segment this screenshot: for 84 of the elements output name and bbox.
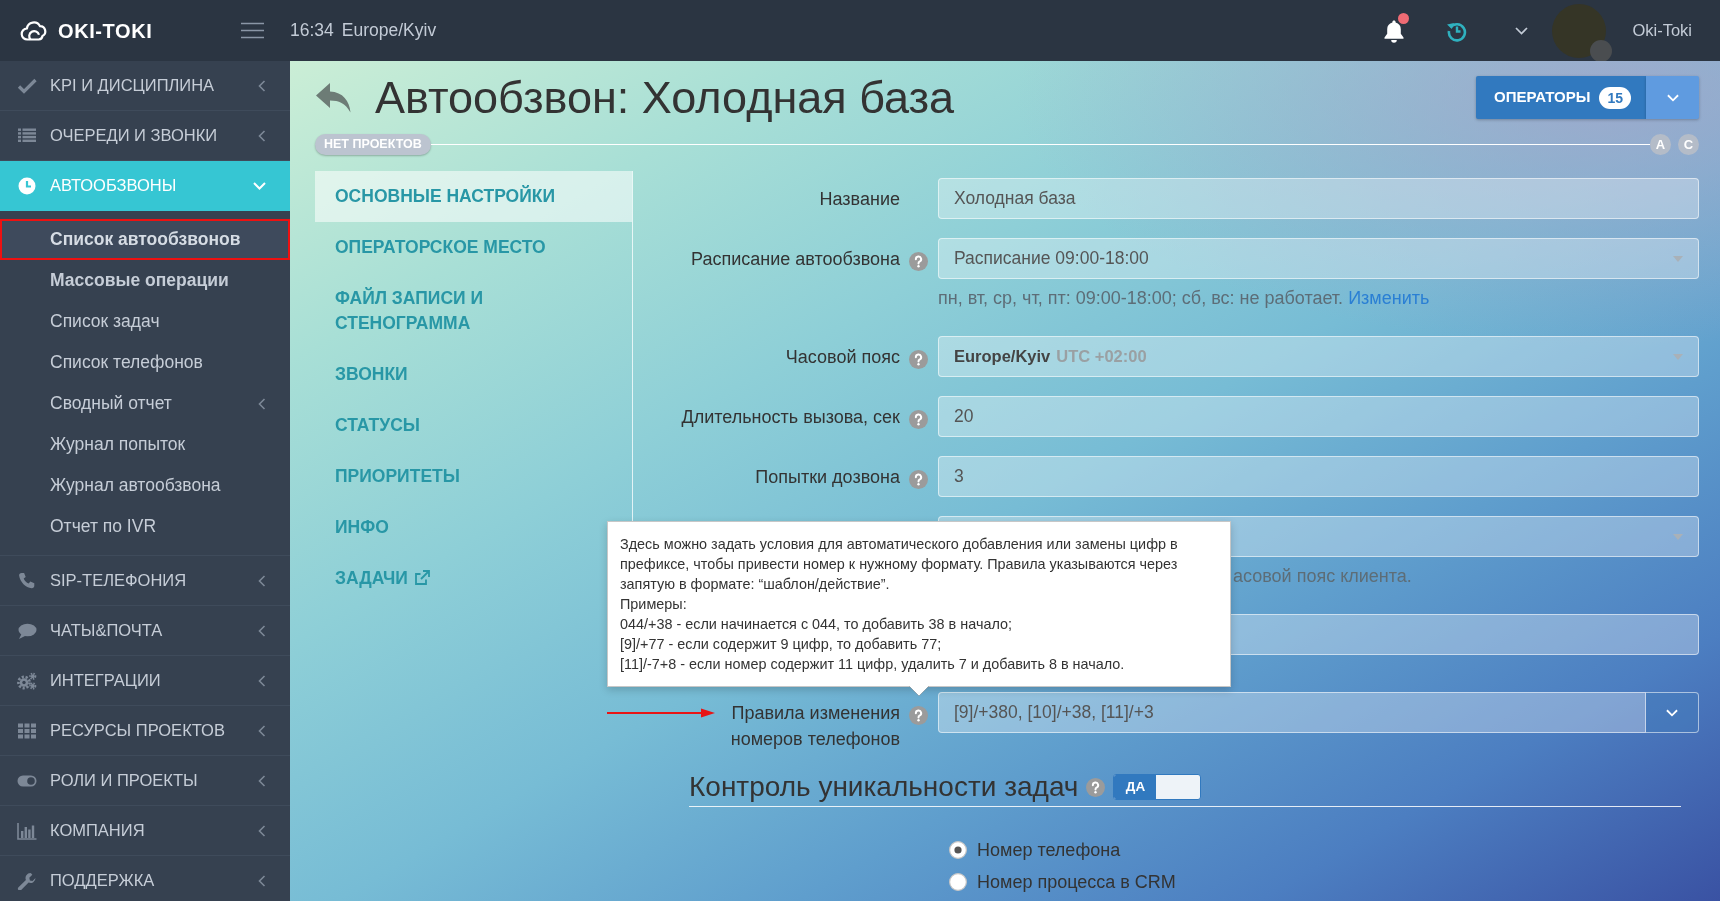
- help-icon[interactable]: [909, 350, 928, 370]
- help-icon[interactable]: [1086, 777, 1106, 797]
- page-title: Автообзвон: Холодная база: [375, 71, 955, 124]
- tooltip-text: Здесь можно задать условия для автоматического добавления или замены цифр в префиксе, чтобы привести номер к нужному формату. Правила указываются через запятую в формате: “шаблон/действие”.: [620, 535, 1179, 594]
- bar-chart-icon: [17, 821, 37, 840]
- submenu-item[interactable]: Журнал попыток: [0, 424, 290, 465]
- tab[interactable]: ОСНОВНЫЕ НАСТРОЙКИ: [315, 171, 632, 222]
- chevron-left-icon: [258, 724, 266, 737]
- clock-time: 16:34: [290, 19, 334, 43]
- caret-icon: [1673, 533, 1683, 540]
- submenu-item[interactable]: Массовые операции: [0, 260, 290, 301]
- section-title: Контроль уникальности задач: [689, 771, 1079, 803]
- toggle-switch[interactable]: ДА: [1113, 774, 1202, 800]
- user-name[interactable]: Oki-Toki: [1632, 18, 1692, 43]
- list-icon: [17, 126, 37, 145]
- chevron-down-icon: [1666, 708, 1678, 717]
- select-field[interactable]: Europe/Kyiv UTC +02:00: [938, 336, 1699, 377]
- option-label[interactable]: Номер телефона: [977, 836, 1121, 864]
- chevron-left-icon: [258, 874, 266, 887]
- operators-button[interactable]: ОПЕРАТОРЫ 15: [1476, 76, 1646, 119]
- wrench-icon: [17, 871, 37, 890]
- chevron-left-icon: [258, 79, 266, 92]
- phone-icon: [17, 571, 37, 590]
- chat-bubble-icon: [17, 621, 37, 640]
- gears-icon: [17, 671, 37, 690]
- submenu-item[interactable]: Список задач: [0, 301, 290, 342]
- back-arrow-icon[interactable]: [315, 81, 352, 114]
- caret-icon: [1673, 255, 1683, 262]
- field-label: Расписание автообзвона: [691, 248, 900, 271]
- help-icon[interactable]: [909, 706, 928, 726]
- count-badge: 15: [1599, 86, 1631, 109]
- logo-text: OKI-TOKI: [58, 18, 153, 44]
- sidebar-item[interactable]: ИНТЕГРАЦИИ: [0, 656, 290, 706]
- hint-text: асовой пояс клиента.: [1233, 566, 1412, 586]
- radio-button[interactable]: [949, 841, 967, 859]
- sidebar-item[interactable]: РОЛИ И ПРОЕКТЫ: [0, 756, 290, 806]
- status-dot-icon: [1590, 39, 1613, 62]
- bell-icon[interactable]: [1383, 18, 1406, 43]
- submenu-item[interactable]: Отчет по IVR: [0, 506, 290, 547]
- grid-icon: [17, 721, 37, 740]
- chevron-left-icon: [258, 574, 266, 587]
- input-field[interactable]: 20: [938, 396, 1699, 437]
- submenu-item[interactable]: Список телефонов: [0, 342, 290, 383]
- field-label: Длительность вызова, сек: [681, 406, 900, 429]
- caret-icon: [1673, 353, 1683, 360]
- projects-badge: НЕТ ПРОЕКТОВ: [315, 134, 431, 155]
- chevron-left-icon: [258, 674, 266, 687]
- hint-text: пн, вт, ср, чт, пт: 09:00-18:00; сб, вс: не работает. Изменить: [938, 288, 1430, 308]
- field-label: Название: [819, 188, 900, 211]
- sidebar-item[interactable]: ЧАТЫ&ПОЧТА: [0, 606, 290, 656]
- help-icon[interactable]: [909, 470, 928, 490]
- radio-button[interactable]: [949, 873, 967, 891]
- sidebar-item[interactable]: РЕСУРСЫ ПРОЕКТОВ: [0, 706, 290, 756]
- clock-icon: [17, 176, 37, 195]
- field-label: Часовой пояс: [785, 346, 900, 369]
- tooltip-line: [9]/+77 - если содержит 9 цифр, то добавить 77;: [620, 635, 942, 654]
- submenu-item[interactable]: Журнал автообзвона: [0, 465, 290, 506]
- input-field[interactable]: Холодная база: [938, 178, 1699, 219]
- tooltip-line: [11]/-7+8 - если номер содержит 11 цифр, удалить 7 и добавить 8 в начало.: [620, 655, 1125, 674]
- field-label: Правила изменения номеров телефонов: [729, 702, 900, 751]
- select-field[interactable]: Расписание 09:00-18:00: [938, 238, 1699, 279]
- field-label: Попытки дозвона: [755, 466, 900, 489]
- submenu-item[interactable]: Список автообзвонов: [0, 219, 290, 260]
- chevron-left-icon: [258, 774, 266, 787]
- chevron-down-icon: [253, 181, 266, 190]
- option-label[interactable]: Номер процесса в CRM: [977, 868, 1176, 896]
- check-icon: [17, 76, 37, 95]
- caret-icon[interactable]: [1515, 26, 1529, 35]
- chevron-left-icon: [258, 397, 266, 410]
- help-icon[interactable]: [909, 410, 928, 430]
- chevron-down-icon: [1666, 93, 1679, 102]
- help-icon[interactable]: [909, 252, 928, 272]
- chevron-left-icon: [258, 624, 266, 637]
- dropdown-button[interactable]: [1646, 692, 1699, 733]
- sidebar-item[interactable]: КОМПАНИЯ: [0, 806, 290, 856]
- input-field[interactable]: 3: [938, 456, 1699, 497]
- tooltip-line: Примеры:: [620, 595, 687, 614]
- input-field[interactable]: [9]/+380, [10]/+38, [11]/+3: [938, 692, 1646, 733]
- chevron-left-icon: [258, 824, 266, 837]
- chevron-left-icon: [258, 129, 266, 142]
- tooltip-line: 044/+38 - если начинается с 044, то добавить 38 в начало;: [620, 615, 1012, 634]
- timezone-text: Europe/Kyiv: [341, 19, 437, 43]
- menu-icon[interactable]: [241, 22, 264, 39]
- submenu-item[interactable]: Сводный отчет: [0, 383, 290, 424]
